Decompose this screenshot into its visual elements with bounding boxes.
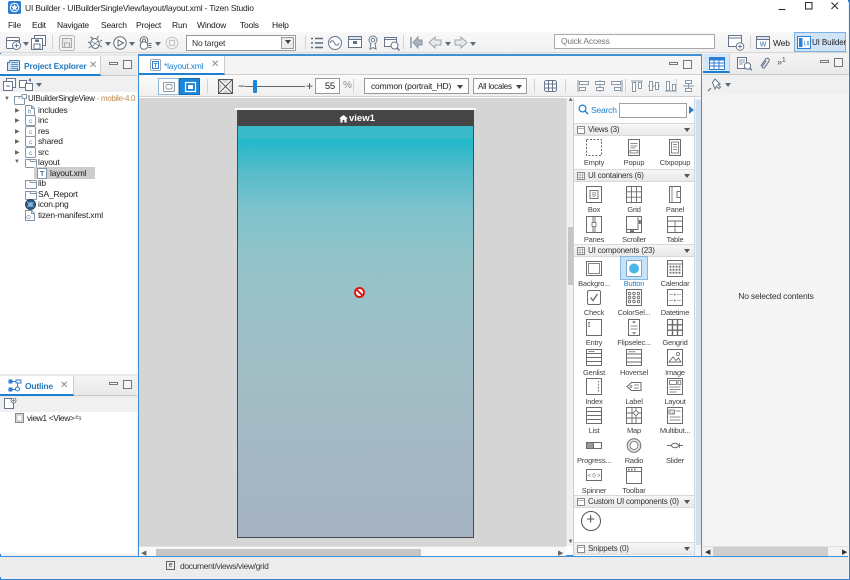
svg-text:B: B (592, 193, 596, 199)
svg-text:UI: UI (803, 41, 809, 48)
svg-text:T: T (154, 63, 158, 70)
svg-text:W: W (760, 42, 767, 49)
svg-text:< 0 >: < 0 > (588, 474, 601, 480)
svg-text:Tx: Tx (670, 409, 674, 414)
